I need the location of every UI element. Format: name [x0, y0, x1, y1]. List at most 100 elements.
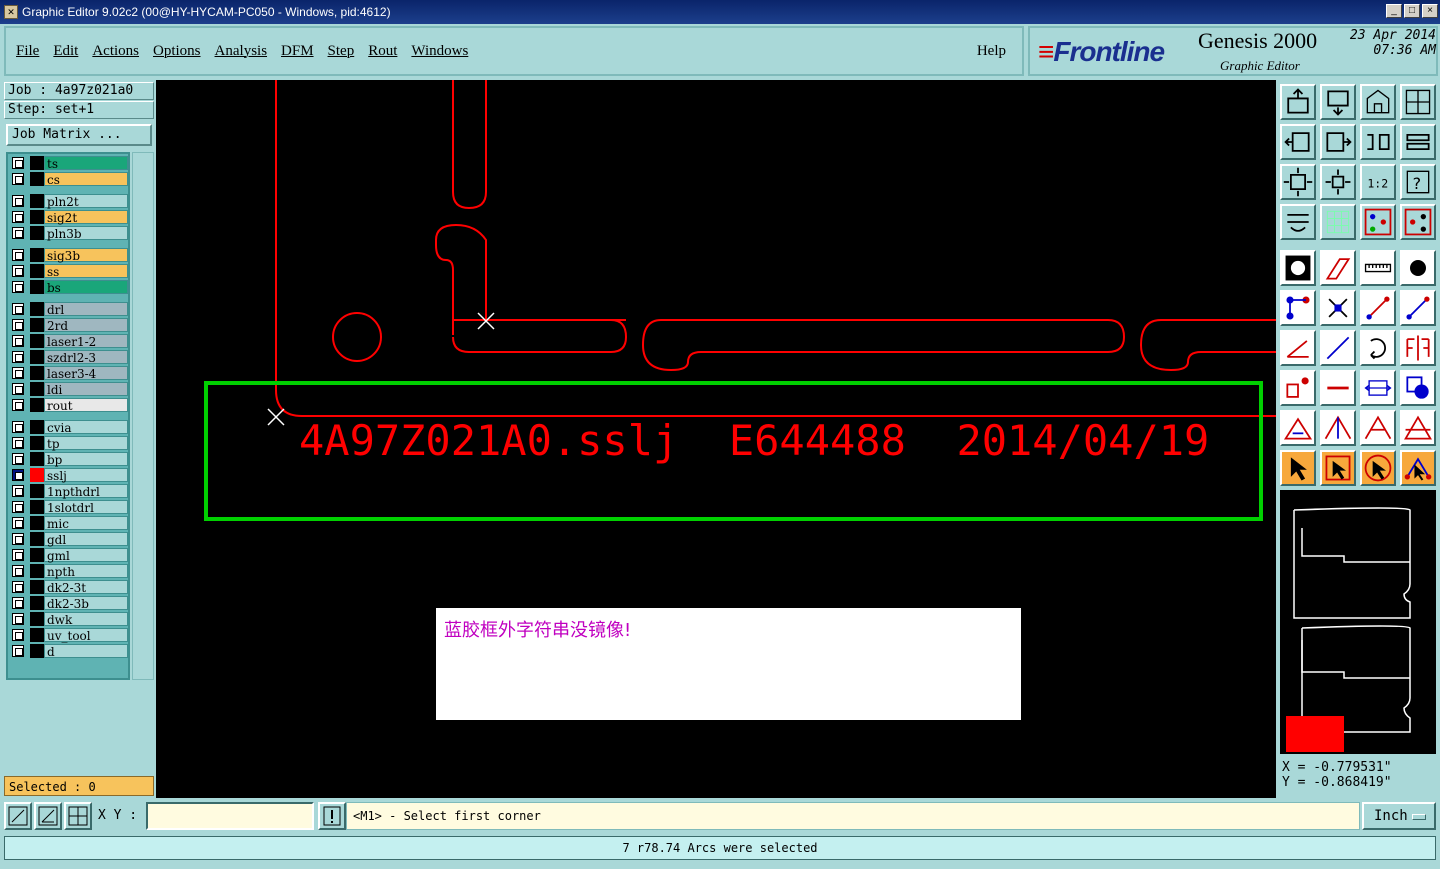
layer-row[interactable]: d — [10, 644, 128, 659]
layer-row[interactable]: drl — [10, 302, 128, 317]
layer-name[interactable]: laser1-2 — [44, 334, 128, 349]
alert-button[interactable] — [318, 802, 346, 830]
select-box-button[interactable] — [1320, 450, 1356, 486]
layer-name[interactable]: ss — [44, 264, 128, 279]
layer-row[interactable]: dk2-3t — [10, 580, 128, 595]
grid-mode-button[interactable] — [64, 802, 92, 830]
layer-row[interactable]: 2rd — [10, 318, 128, 333]
layer-row[interactable]: laser1-2 — [10, 334, 128, 349]
close-button[interactable]: × — [1422, 4, 1438, 18]
select-net-button[interactable] — [1400, 450, 1436, 486]
layer-list-scrollbar[interactable] — [132, 152, 154, 680]
layer-name[interactable]: sig3b — [44, 248, 128, 263]
scale-1to2-button[interactable]: 1:2 — [1360, 164, 1396, 200]
triangle-b-button[interactable] — [1400, 410, 1436, 446]
layer-name[interactable]: ldi — [44, 382, 128, 397]
cross-button[interactable] — [1320, 290, 1356, 326]
layer-checkbox[interactable] — [12, 581, 24, 593]
layer-checkbox[interactable] — [12, 383, 24, 395]
layer-checkbox[interactable] — [12, 227, 24, 239]
layer-row[interactable]: bs — [10, 280, 128, 295]
minimize-button[interactable]: _ — [1386, 4, 1402, 18]
layer-checkbox[interactable] — [12, 485, 24, 497]
job-matrix-button[interactable]: Job Matrix ... — [6, 124, 152, 146]
layer-name[interactable]: pln3b — [44, 226, 128, 241]
fit-button[interactable] — [1280, 164, 1316, 200]
layers-bottom-button[interactable] — [1400, 204, 1436, 240]
layer-checkbox[interactable] — [12, 421, 24, 433]
layer-checkbox[interactable] — [12, 211, 24, 223]
layer-checkbox[interactable] — [12, 249, 24, 261]
dash-button[interactable] — [1320, 370, 1356, 406]
maximize-button[interactable]: □ — [1404, 4, 1420, 18]
zoom-home-button[interactable] — [1280, 84, 1316, 120]
dim-button[interactable] — [1360, 370, 1396, 406]
layer-checkbox[interactable] — [12, 549, 24, 561]
layer-row[interactable]: tp — [10, 436, 128, 451]
angle-mode-button[interactable] — [34, 802, 62, 830]
layer-checkbox[interactable] — [12, 195, 24, 207]
layer-checkbox[interactable] — [12, 351, 24, 363]
layer-name[interactable]: ts — [44, 156, 128, 171]
layer-checkbox[interactable] — [12, 399, 24, 411]
layer-name[interactable]: mic — [44, 516, 128, 531]
layer-row[interactable]: 1npthdrl — [10, 484, 128, 499]
layer-name[interactable]: gdl — [44, 532, 128, 547]
layer-name[interactable]: bs — [44, 280, 128, 295]
menu-analysis[interactable]: Analysis — [215, 43, 268, 60]
layer-name[interactable]: sslj — [44, 468, 128, 483]
measure-button[interactable] — [1360, 250, 1396, 286]
layer-checkbox[interactable] — [12, 173, 24, 185]
layer-row[interactable]: szdrl2-3 — [10, 350, 128, 365]
layer-row[interactable]: uv_tool — [10, 628, 128, 643]
layer-row[interactable]: bp — [10, 452, 128, 467]
layer-checkbox[interactable] — [12, 645, 24, 657]
menu-file[interactable]: File — [16, 43, 39, 60]
layer-name[interactable]: szdrl2-3 — [44, 350, 128, 365]
arrow-line-button[interactable] — [1400, 290, 1436, 326]
help-button[interactable]: ? — [1400, 164, 1436, 200]
pan-right-button[interactable] — [1320, 124, 1356, 160]
layer-name[interactable]: bp — [44, 452, 128, 467]
layer-row[interactable]: rout — [10, 398, 128, 413]
triangle-a-button[interactable] — [1360, 410, 1396, 446]
layer-row[interactable]: ss — [10, 264, 128, 279]
layer-checkbox[interactable] — [12, 265, 24, 277]
grid-button[interactable] — [1320, 204, 1356, 240]
rotate-button[interactable] — [1360, 330, 1396, 366]
layer-name[interactable]: sig2t — [44, 210, 128, 225]
snap-mode-button[interactable] — [4, 802, 32, 830]
layer-checkbox[interactable] — [12, 501, 24, 513]
layer-checkbox[interactable] — [12, 303, 24, 315]
layer-checkbox[interactable] — [12, 453, 24, 465]
layer-row[interactable]: dwk — [10, 612, 128, 627]
layer-checkbox[interactable] — [12, 469, 24, 481]
shape-button[interactable] — [1320, 250, 1356, 286]
layer-row[interactable]: ldi — [10, 382, 128, 397]
layer-name[interactable]: d — [44, 644, 128, 659]
layer-row[interactable]: dk2-3b — [10, 596, 128, 611]
layer-name[interactable]: pln2t — [44, 194, 128, 209]
triangle-up-button[interactable] — [1320, 410, 1356, 446]
layer-row[interactable]: npth — [10, 564, 128, 579]
layer-name[interactable]: 2rd — [44, 318, 128, 333]
snap-button[interactable] — [1280, 204, 1316, 240]
minimap[interactable] — [1278, 488, 1438, 756]
pad-button[interactable] — [1400, 250, 1436, 286]
layer-row[interactable]: sslj — [10, 468, 128, 483]
layer-row[interactable]: cvia — [10, 420, 128, 435]
layer-row[interactable]: pln2t — [10, 194, 128, 209]
layer-row[interactable]: mic — [10, 516, 128, 531]
layer-name[interactable]: dwk — [44, 612, 128, 627]
layer-name[interactable]: tp — [44, 436, 128, 451]
menu-dfm[interactable]: DFM — [281, 43, 314, 60]
layer-name[interactable]: npth — [44, 564, 128, 579]
net-button[interactable] — [1280, 290, 1316, 326]
menu-actions[interactable]: Actions — [92, 43, 139, 60]
layer-name[interactable]: dk2-3t — [44, 580, 128, 595]
menu-edit[interactable]: Edit — [53, 43, 78, 60]
layer-checkbox[interactable] — [12, 629, 24, 641]
zoom-out-button[interactable] — [1320, 84, 1356, 120]
layer-checkbox[interactable] — [12, 517, 24, 529]
layer-row[interactable]: gml — [10, 548, 128, 563]
